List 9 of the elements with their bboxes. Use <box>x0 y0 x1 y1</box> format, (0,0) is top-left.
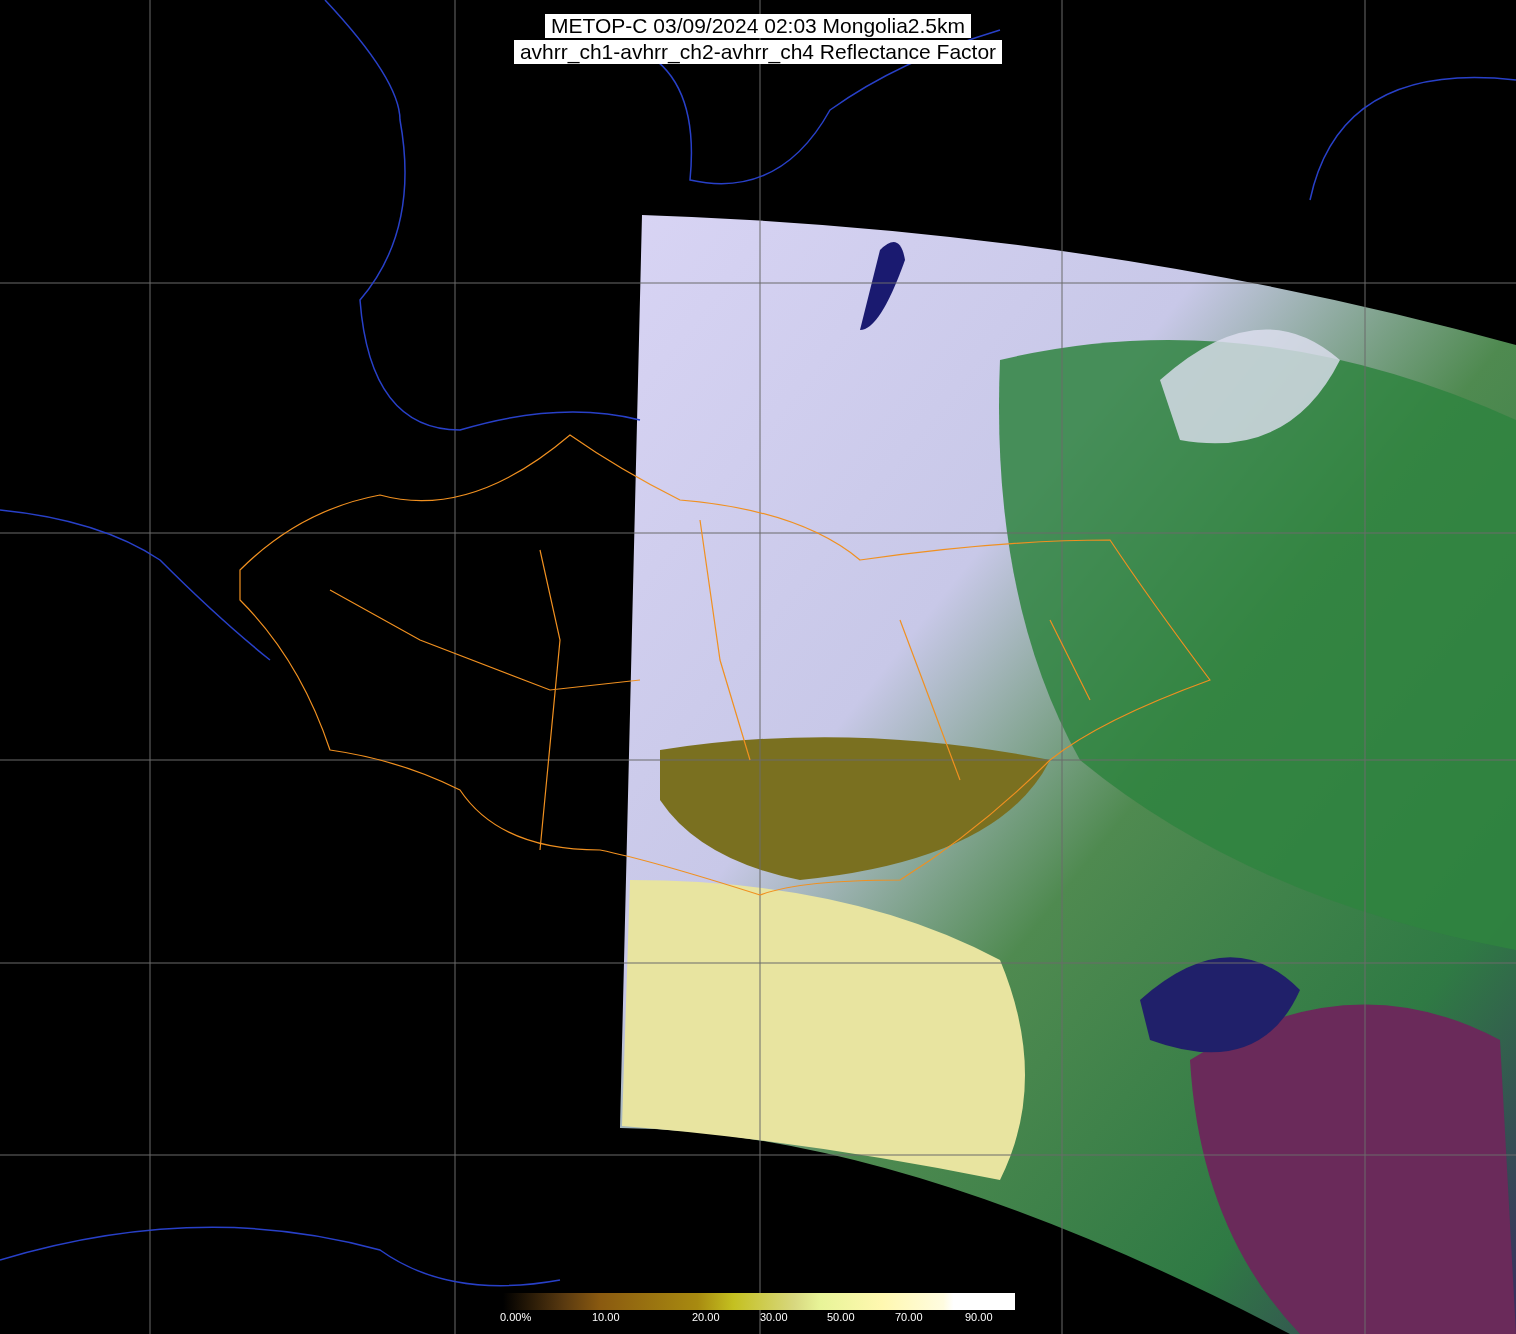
scale-label: 20.00 <box>692 1310 721 1324</box>
scale-label: 90.00 <box>965 1310 994 1324</box>
image-title: METOP-C 03/09/2024 02:03 Mongolia2.5km <box>545 14 971 38</box>
scale-label: 70.00 <box>895 1310 924 1324</box>
scale-label: 0.00% <box>500 1310 533 1324</box>
image-title: avhrr_ch1-avhrr_ch2-avhrr_ch4 Reflectance Factor <box>513 40 1003 64</box>
scale-label: 30.00 <box>760 1310 789 1324</box>
scale-label: 50.00 <box>827 1310 856 1324</box>
scale-label: 10.00 <box>592 1310 621 1324</box>
